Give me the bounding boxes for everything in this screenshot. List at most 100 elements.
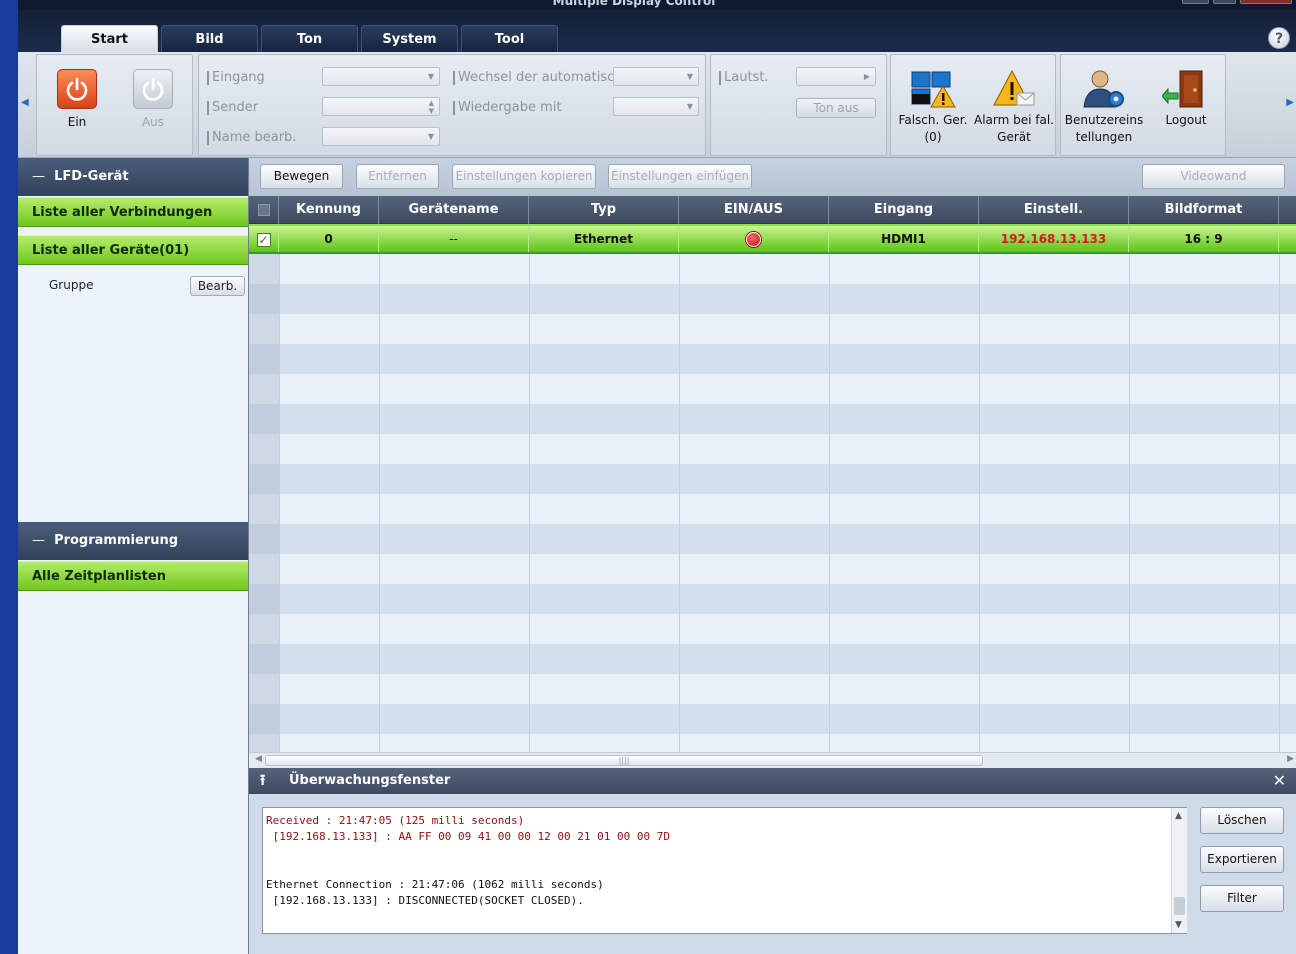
col-geraetename[interactable]: Gerätename [379,196,529,224]
tab-bild[interactable]: Bild [161,25,258,52]
copy-settings-button[interactable]: Einstellungen kopieren [452,164,596,189]
log-line: Ethernet Connection : 21:47:06 (1062 mil… [266,878,604,891]
col-eingang[interactable]: Eingang [829,196,979,224]
tab-ton[interactable]: Ton [261,25,358,52]
monitor-window: Received : 21:47:05 (125 milli seconds) … [249,794,1296,954]
sidebar-item-all-connections[interactable]: Liste aller Verbindungen [18,197,248,227]
export-button[interactable]: Exportieren [1200,846,1284,873]
volume-slider[interactable]: ▶ [796,67,876,86]
lautst-label: Lautst. [719,71,769,85]
close-icon[interactable]: ✕ [1273,768,1286,794]
alarm-button[interactable]: Alarm bei fal. Gerät [973,69,1055,146]
name-dropdown[interactable]: ▼ [322,127,440,146]
select-all-checkbox[interactable] [257,204,270,216]
user-settings-button[interactable]: Benutzereins tellungen [1063,69,1145,146]
log-line: [192.168.13.133] : DISCONNECTED(SOCKET C… [266,894,584,907]
empty-table-row [249,494,1296,524]
lfd-device-header[interactable]: — LFD-Gerät [18,158,248,196]
mute-button[interactable]: Ton aus [796,98,876,118]
eingang-label: Eingang [207,71,265,85]
minimize-button[interactable] [1182,0,1209,4]
col-kennung[interactable]: Kennung [279,196,379,224]
ribbon-scroll-left-icon[interactable]: ◀ [21,97,29,108]
move-button[interactable]: Bewegen [260,164,343,189]
scroll-left-icon[interactable]: ◀ [255,754,262,764]
sidebar-item-all-devices[interactable]: Liste aller Geräte(01) [18,235,248,265]
tab-system[interactable]: System [361,25,458,52]
power-status-icon[interactable] [746,232,761,247]
upload-icon[interactable]: ⭱ [260,772,265,788]
chevron-right-icon: ▶ [863,72,870,81]
group-label: Gruppe [49,278,94,292]
group-edit-button[interactable]: Bearb. [190,276,245,296]
power-on-button[interactable]: Ein [52,69,102,131]
empty-table-row [249,644,1296,674]
stepper-icon: ▲ ▼ [428,99,434,115]
col-ein-aus[interactable]: EIN/AUS [679,196,829,224]
scroll-thumb[interactable]: |||| [265,755,983,766]
empty-table-row [249,314,1296,344]
empty-table-row [249,674,1296,704]
scroll-right-icon[interactable]: ▶ [1287,754,1294,764]
scroll-up-icon[interactable]: ▲ [1175,811,1182,821]
wiedergabe-dropdown[interactable]: ▼ [613,97,699,116]
tab-bar: Start Bild Ton System Tool ? [18,10,1296,52]
chevron-down-icon: ▼ [427,132,434,141]
wechsel-label: Wechsel der automatischen [453,71,613,85]
scroll-down-icon[interactable]: ▼ [1175,920,1182,930]
sidebar: — LFD-Gerät Liste aller Verbindungen Lis… [18,158,249,954]
help-icon[interactable]: ? [1268,27,1290,49]
table-header: Kennung Gerätename Typ EIN/AUS Eingang E… [249,196,1296,224]
eingang-dropdown[interactable]: ▼ [322,67,440,86]
alarm-group: Falsch. Ger. (0) Alarm bei fal. Gerät [890,54,1056,156]
col-bildformat[interactable]: Bildformat [1129,196,1279,224]
wechsel-dropdown[interactable]: ▼ [613,67,699,86]
collapse-icon: — [32,533,45,548]
monitor-title: Überwachungsfenster [289,773,451,788]
empty-table-row [249,524,1296,554]
filter-button[interactable]: Filter [1200,885,1284,912]
maximize-button[interactable] [1213,0,1236,4]
chevron-down-icon: ▼ [686,102,693,111]
table-row[interactable]: ✓ 0 -- Ethernet HDMI1 192.168.13.133 16 … [249,224,1296,254]
alarm-mail-icon [993,69,1035,106]
wiedergabe-label: Wiedergabe mit [453,101,562,115]
log-line: [192.168.13.133] : AA FF 00 09 41 00 00 … [266,830,670,843]
display-fault-icon [911,71,956,108]
log-scrollbar[interactable]: ▲ ▼ [1171,808,1187,933]
chevron-down-icon: ▼ [686,72,693,81]
sidebar-item-all-schedules[interactable]: Alle Zeitplanlisten [18,561,248,591]
ribbon: ◀ ▶ Ein Aus Eingang ▼ Sender ▲ ▼ Name bea… [18,52,1296,158]
cell-ein-aus[interactable] [679,226,829,252]
volume-group: Lautst. ▶ Ton aus [710,54,887,156]
tab-start[interactable]: Start [61,25,158,52]
row-checkbox-cell[interactable]: ✓ [249,226,279,252]
power-off-button[interactable]: Aus [128,69,178,131]
monitor-log[interactable]: Received : 21:47:05 (125 milli seconds) … [262,807,1187,934]
close-window-button[interactable] [1240,0,1292,4]
tab-tool[interactable]: Tool [461,25,558,52]
clear-button[interactable]: Löschen [1200,807,1284,834]
log-line: Received : 21:47:05 (125 milli seconds) [266,814,525,827]
monitor-header: ⭱ Überwachungsfenster ✕ [249,768,1296,794]
col-einstell[interactable]: Einstell. [979,196,1129,224]
log-scroll-thumb[interactable] [1174,897,1185,915]
paste-settings-button[interactable]: Einstellungen einfügen [608,164,752,189]
sender-stepper[interactable]: ▲ ▼ [322,97,440,116]
empty-table-row [249,434,1296,464]
falsch-geraet-button[interactable]: Falsch. Ger. (0) [893,69,973,146]
col-typ[interactable]: Typ [529,196,679,224]
remove-button[interactable]: Entfernen [356,164,439,189]
horizontal-scrollbar[interactable]: ◀ |||| ▶ [249,752,1296,768]
device-table: Kennung Gerätename Typ EIN/AUS Eingang E… [249,196,1296,752]
ribbon-scroll-right-icon[interactable]: ▶ [1286,97,1294,108]
logout-door-icon [1161,70,1203,108]
logout-button[interactable]: Logout [1147,69,1225,129]
row-checkbox[interactable]: ✓ [256,232,271,247]
select-all-column[interactable] [249,196,279,224]
videowall-button[interactable]: Videowand [1142,164,1285,189]
programming-header[interactable]: — Programmierung [18,522,248,560]
empty-table-row [249,284,1296,314]
